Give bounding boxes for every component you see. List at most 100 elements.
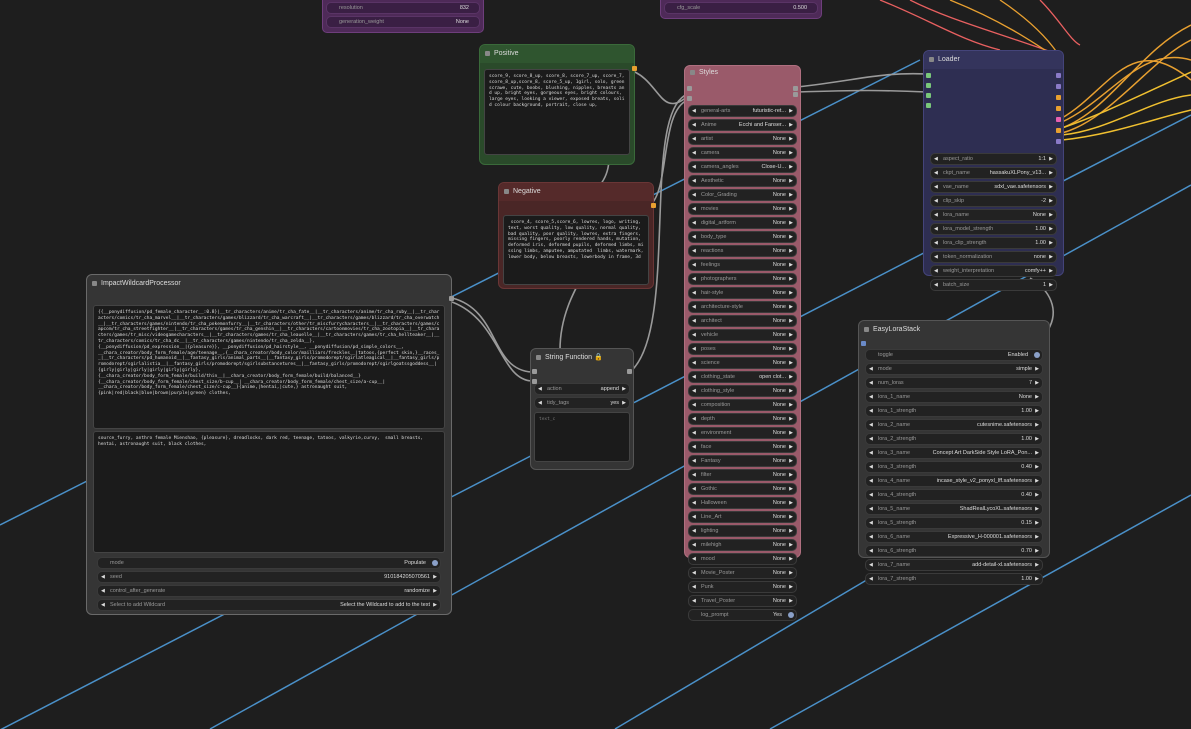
node-title[interactable]: Loader	[924, 51, 1063, 69]
styles-widget[interactable]: ◀ vehicle None ▶	[688, 329, 797, 341]
lora-widget[interactable]: ◀ lora_3_name Concept Art DarkSide Style L…	[865, 447, 1043, 459]
right-arrow-icon[interactable]: ▶	[1035, 448, 1039, 458]
left-arrow-icon[interactable]: ◀	[869, 546, 873, 556]
left-arrow-icon[interactable]: ◀	[538, 398, 542, 408]
styles-widget[interactable]: ◀ architect None ▶	[688, 315, 797, 327]
right-arrow-icon[interactable]: ▶	[1035, 378, 1039, 388]
loader-widget[interactable]: ◀ lora_name None ▶	[930, 209, 1057, 221]
styles-node[interactable]: Styles ◀ general-arts futuristic-ret... ▶ ◀ A…	[684, 65, 801, 621]
left-arrow-icon[interactable]: ◀	[692, 484, 696, 494]
right-arrow-icon[interactable]: ▶	[789, 260, 793, 270]
control-after-generate-select[interactable]: ◀ control_after_generate randomize ▶	[97, 585, 441, 597]
right-arrow-icon[interactable]: ▶	[789, 148, 793, 158]
right-arrow-icon[interactable]: ▶	[1049, 280, 1053, 290]
seed-field[interactable]: ◀ seed 910184205070561 ▶	[97, 571, 441, 583]
node-title[interactable]: Styles	[685, 66, 800, 80]
right-arrow-icon[interactable]: ▶	[789, 484, 793, 494]
node-title[interactable]: Negative	[499, 183, 653, 201]
right-arrow-icon[interactable]: ▶	[789, 120, 793, 130]
left-arrow-icon[interactable]: ◀	[692, 134, 696, 144]
fragment-widget-3[interactable]: cfg_scale 0.500	[664, 2, 818, 14]
input-slot[interactable]	[926, 103, 931, 108]
styles-widget[interactable]: ◀ body_type None ▶	[688, 231, 797, 243]
left-arrow-icon[interactable]: ◀	[692, 498, 696, 508]
styles-widget[interactable]: ◀ Anime Ecchi and Fanser... ▶	[688, 119, 797, 131]
collapse-icon[interactable]	[690, 70, 695, 75]
left-arrow-icon[interactable]: ◀	[934, 168, 938, 178]
right-arrow-icon[interactable]: ▶	[789, 470, 793, 480]
styles-widget[interactable]: ◀ poses None ▶	[688, 343, 797, 355]
styles-widget[interactable]: ◀ digital_artform None ▶	[688, 217, 797, 229]
output-slot[interactable]	[793, 86, 798, 91]
lora-widget[interactable]: ◀ lora_4_name incase_style_v2_ponyxl_lff.s…	[865, 475, 1043, 487]
right-arrow-icon[interactable]: ▶	[1049, 238, 1053, 248]
right-arrow-icon[interactable]: ▶	[789, 582, 793, 592]
lora-widget[interactable]: ◀ lora_2_name cutesnime.safetensors ▶	[865, 419, 1043, 431]
right-arrow-icon[interactable]: ▶	[789, 526, 793, 536]
left-arrow-icon[interactable]: ◀	[692, 288, 696, 298]
output-slot[interactable]	[449, 296, 454, 301]
loader-widget[interactable]: ◀ ckpt_name hassakuXLPony_v13... ▶	[930, 167, 1057, 179]
right-arrow-icon[interactable]: ▶	[1035, 546, 1039, 556]
styles-widget[interactable]: ◀ Color_Grading None ▶	[688, 189, 797, 201]
log-prompt-toggle[interactable]: log_prompt Yes	[688, 609, 797, 621]
node-title[interactable]: String Function 🔒	[531, 349, 633, 367]
mode-toggle[interactable]: mode Populate	[97, 557, 441, 569]
right-arrow-icon[interactable]: ▶	[1035, 392, 1039, 402]
right-arrow-icon[interactable]: ▶	[789, 176, 793, 186]
left-arrow-icon[interactable]: ◀	[692, 302, 696, 312]
collapse-icon[interactable]	[536, 355, 541, 360]
left-arrow-icon[interactable]: ◀	[869, 364, 873, 374]
right-arrow-icon[interactable]: ▶	[1049, 196, 1053, 206]
left-arrow-icon[interactable]: ◀	[692, 358, 696, 368]
left-arrow-icon[interactable]: ◀	[692, 204, 696, 214]
input-slot[interactable]	[926, 93, 931, 98]
left-arrow-icon[interactable]: ◀	[692, 372, 696, 382]
lora-widget[interactable]: ◀ lora_7_name add-detail-xl.safetensors ▶	[865, 559, 1043, 571]
node-graph-canvas[interactable]: resolution 832 generation_weight None cfg_…	[0, 0, 1191, 729]
left-arrow-icon[interactable]: ◀	[692, 582, 696, 592]
lora-widget[interactable]: ◀ lora_1_strength 1.00 ▶	[865, 405, 1043, 417]
left-arrow-icon[interactable]: ◀	[692, 218, 696, 228]
left-arrow-icon[interactable]: ◀	[692, 190, 696, 200]
left-arrow-icon[interactable]: ◀	[692, 176, 696, 186]
left-arrow-icon[interactable]: ◀	[692, 330, 696, 340]
partial-node-top-left[interactable]: resolution 832 generation_weight None	[322, 0, 484, 33]
output-slot[interactable]	[651, 203, 656, 208]
left-arrow-icon[interactable]: ◀	[934, 224, 938, 234]
output-slot[interactable]	[1056, 73, 1061, 78]
left-arrow-icon[interactable]: ◀	[869, 490, 873, 500]
loader-node[interactable]: Loader ◀ aspect_ratio 1:1 ▶ ◀ ckpt_name hassak…	[923, 50, 1064, 291]
left-arrow-icon[interactable]: ◀	[538, 384, 542, 394]
right-arrow-icon[interactable]: ▶	[1035, 574, 1039, 584]
loader-widget[interactable]: ◀ clip_skip -2 ▶	[930, 195, 1057, 207]
output-slot[interactable]	[1056, 84, 1061, 89]
left-arrow-icon[interactable]: ◀	[692, 400, 696, 410]
right-arrow-icon[interactable]: ▶	[1035, 420, 1039, 430]
node-title[interactable]: EasyLoraStack	[859, 321, 1049, 339]
right-arrow-icon[interactable]: ▶	[789, 512, 793, 522]
right-arrow-icon[interactable]: ▶	[1035, 560, 1039, 570]
lora-widget[interactable]: ◀ lora_6_name Expressive_H-000001.safetens…	[865, 531, 1043, 543]
output-slot[interactable]	[1056, 95, 1061, 100]
styles-widget[interactable]: ◀ reactions None ▶	[688, 245, 797, 257]
styles-widget[interactable]: ◀ face None ▶	[688, 441, 797, 453]
input-slot[interactable]	[687, 86, 692, 91]
output-slot[interactable]	[1056, 128, 1061, 133]
left-arrow-icon[interactable]: ◀	[692, 512, 696, 522]
loader-widget[interactable]: ◀ aspect_ratio 1:1 ▶	[930, 153, 1057, 165]
left-arrow-icon[interactable]: ◀	[692, 274, 696, 284]
easy-lora-stack-node[interactable]: EasyLoraStack toggle Enabled ◀ mode simple ▶…	[858, 320, 1050, 585]
styles-widget[interactable]: ◀ mood None ▶	[688, 553, 797, 565]
right-arrow-icon[interactable]: ▶	[1035, 462, 1039, 472]
lora-widget[interactable]: ◀ lora_5_name ShadRealLycoXL.safetensors ▶	[865, 503, 1043, 515]
output-slot[interactable]	[1056, 139, 1061, 144]
right-arrow-icon[interactable]: ▶	[789, 232, 793, 242]
right-arrow-icon[interactable]: ▶	[789, 358, 793, 368]
tidy-tags-select[interactable]: ◀ tidy_tags yes ▶	[534, 397, 630, 409]
right-arrow-icon[interactable]: ▶	[789, 540, 793, 550]
right-arrow-icon[interactable]: ▶	[1049, 210, 1053, 220]
collapse-icon[interactable]	[92, 281, 97, 286]
loader-widget[interactable]: ◀ lora_clip_strength 1.00 ▶	[930, 237, 1057, 249]
fragment-widget-2[interactable]: generation_weight None	[326, 16, 480, 28]
